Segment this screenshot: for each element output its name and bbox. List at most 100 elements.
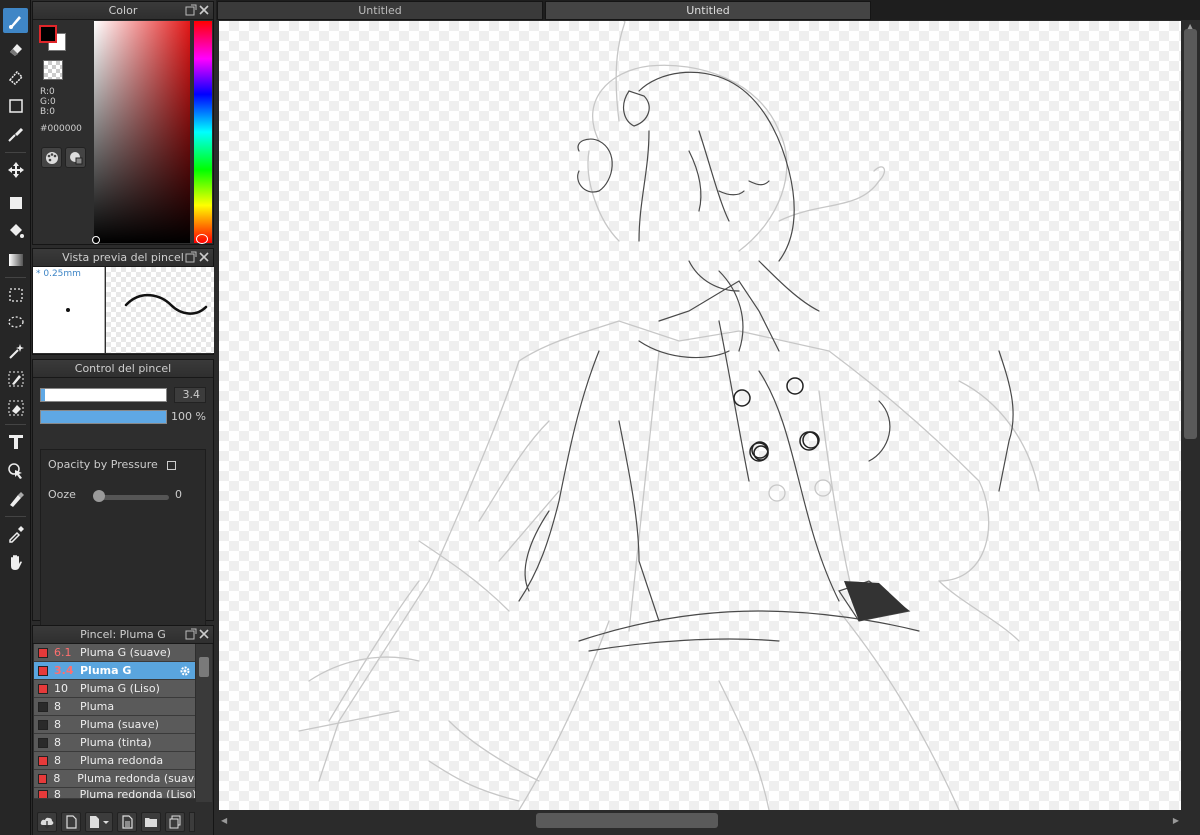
transparent-color-swatch[interactable]: [43, 60, 63, 80]
brush-properties-button[interactable]: [117, 811, 137, 832]
brush-tip-dot: [66, 308, 70, 312]
select-pointer-tool-button[interactable]: [3, 458, 28, 483]
brush-row[interactable]: 10 Pluma G (Liso): [34, 680, 195, 698]
undock-icon[interactable]: [185, 628, 197, 640]
brush-type-dropdown[interactable]: [85, 811, 113, 832]
horizontal-scroll-thumb[interactable]: [536, 813, 718, 828]
rect-select-icon: [8, 287, 23, 302]
text-tool-button[interactable]: [3, 429, 28, 454]
ooze-label: Ooze: [48, 488, 76, 501]
brush-control-header: Control del pincel: [33, 360, 213, 378]
brush-folder-button[interactable]: [141, 811, 161, 832]
ooze-value: 0: [175, 488, 182, 501]
brush-type-icon: [90, 815, 109, 828]
app-window: Color R:0 G:0 B:0 #000000 Vista previa d…: [0, 0, 1200, 835]
brush-size: 8: [53, 788, 61, 799]
ooze-slider-handle[interactable]: [93, 490, 105, 502]
brush-row[interactable]: 8 Pluma redonda (suave): [34, 770, 195, 788]
scroll-left-arrow-icon[interactable]: ◀: [221, 816, 227, 825]
undock-icon[interactable]: [185, 4, 197, 16]
brush-size-slider[interactable]: [40, 388, 167, 402]
vertical-scrollbar[interactable]: ▲: [1181, 21, 1200, 810]
brush-tool-button[interactable]: [3, 8, 28, 33]
hue-slider[interactable]: [194, 21, 212, 243]
select-eraser-tool-button[interactable]: [3, 395, 28, 420]
properties-icon: [122, 814, 133, 829]
brush-list-scrollbar[interactable]: [196, 644, 212, 802]
blue-value: B:0: [40, 107, 55, 117]
brush-name: Pluma (suave): [80, 718, 159, 731]
rectangle-icon: [8, 98, 23, 113]
bucket-tool-button[interactable]: [3, 218, 28, 243]
foreground-color-swatch[interactable]: [39, 25, 57, 43]
palette-button[interactable]: [41, 147, 62, 168]
saturation-value-picker[interactable]: [94, 21, 190, 243]
sketch-drawing: [298, 21, 1040, 810]
brush-size: 8: [54, 700, 61, 713]
brush-list-header: Pincel: Pluma G: [33, 626, 213, 644]
magic-wand-tool-button[interactable]: [3, 338, 28, 363]
drawing-canvas[interactable]: [219, 21, 1181, 810]
brush-size: 3.4: [54, 664, 74, 677]
vertical-scroll-thumb[interactable]: [1184, 29, 1197, 439]
scroll-right-arrow-icon[interactable]: ▶: [1173, 816, 1179, 825]
lasso-tool-button[interactable]: [3, 310, 28, 335]
text-icon: [8, 434, 23, 449]
download-brush-button[interactable]: [37, 811, 57, 832]
brush-settings-gear-icon[interactable]: [179, 665, 191, 677]
divide-icon: [9, 491, 24, 507]
ooze-slider-track[interactable]: [94, 495, 169, 500]
lasso-icon: [7, 315, 24, 328]
red-value: R:0: [40, 87, 55, 97]
hue-handle[interactable]: [196, 234, 208, 244]
select-pen-tool-button[interactable]: [3, 366, 28, 391]
brush-row[interactable]: 8 Pluma redonda (Liso): [34, 788, 195, 799]
brush-size: 10: [54, 682, 68, 695]
brush-row[interactable]: 8 Pluma: [34, 698, 195, 716]
brush-color-swatch: [38, 719, 48, 730]
brush-row[interactable]: 8 Pluma redonda: [34, 752, 195, 770]
brush-preview-title: Vista previa del pincel: [62, 251, 184, 264]
eyedropper-tool-button[interactable]: [3, 521, 28, 546]
eraser-tool-button[interactable]: [3, 36, 28, 61]
line-brush-icon: [7, 127, 23, 142]
duplicate-brush-button[interactable]: [165, 811, 185, 832]
gradient-tool-button[interactable]: [3, 247, 28, 272]
hand-tool-button[interactable]: [3, 549, 28, 574]
brush-color-swatch: [38, 755, 48, 766]
brush-row[interactable]: 3.4 Pluma G: [34, 662, 195, 680]
close-icon[interactable]: [198, 251, 210, 263]
horizontal-scrollbar[interactable]: ◀ ▶: [219, 810, 1181, 832]
select-eraser-icon: [8, 400, 23, 415]
brush-size: 8: [53, 772, 61, 785]
rgb-readout: R:0 G:0 B:0: [40, 87, 56, 117]
move-icon: [7, 161, 24, 178]
blur-eraser-tool-button[interactable]: [3, 64, 28, 89]
color-settings-button[interactable]: [65, 147, 86, 168]
close-icon[interactable]: [198, 4, 210, 16]
brush-size: 8: [54, 718, 61, 731]
rect-select-tool-button[interactable]: [3, 282, 28, 307]
brush-color-swatch: [38, 737, 48, 748]
brush-size: 8: [54, 754, 61, 767]
line-brush-tool-button[interactable]: [3, 122, 28, 147]
stroke-sample: [124, 294, 208, 315]
hex-value: #000000: [40, 124, 82, 134]
document-tab-active[interactable]: Untitled: [545, 1, 871, 20]
brush-opacity-slider[interactable]: [40, 410, 167, 424]
document-tab[interactable]: Untitled: [217, 1, 543, 20]
brush-row[interactable]: 8 Pluma (tinta): [34, 734, 195, 752]
brush-size-value[interactable]: 3.4: [174, 387, 206, 403]
opacity-pressure-checkbox[interactable]: [167, 460, 177, 470]
undock-icon[interactable]: [185, 251, 197, 263]
new-brush-button[interactable]: [61, 811, 81, 832]
sv-picker-handle[interactable]: [92, 236, 100, 244]
divide-tool-button[interactable]: [3, 486, 28, 511]
close-icon[interactable]: [198, 628, 210, 640]
brush-row[interactable]: 8 Pluma (suave): [34, 716, 195, 734]
brush-size: 8: [54, 736, 61, 749]
move-tool-button[interactable]: [3, 157, 28, 182]
brush-row[interactable]: 6.1 Pluma G (suave): [34, 644, 195, 662]
rectangle-tool-button[interactable]: [3, 93, 28, 118]
fill-rect-tool-button[interactable]: [3, 190, 28, 215]
